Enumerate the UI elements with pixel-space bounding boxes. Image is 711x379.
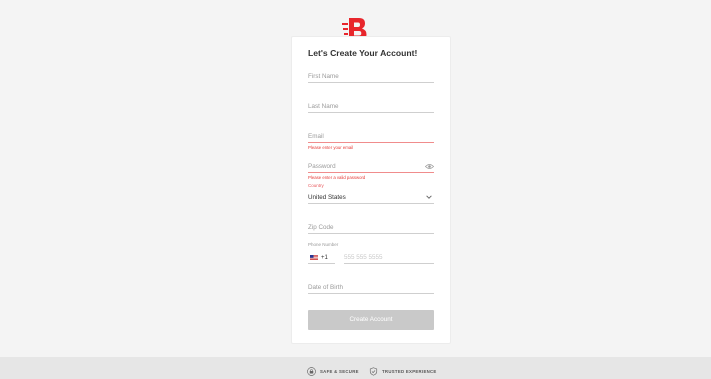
lock-icon bbox=[307, 367, 316, 376]
phone-label: Phone Number bbox=[308, 242, 339, 247]
safe-secure-label: SAFE & SECURE bbox=[320, 369, 359, 374]
country-label: Country bbox=[308, 183, 324, 188]
password-input[interactable]: Password bbox=[308, 159, 434, 173]
first-name-placeholder: First Name bbox=[308, 73, 339, 80]
signup-card: Let's Create Your Account! First Name La… bbox=[291, 36, 451, 344]
password-placeholder: Password bbox=[308, 163, 336, 170]
phone-number-placeholder: 555 555 5555 bbox=[344, 254, 383, 261]
country-select[interactable]: United States bbox=[308, 190, 434, 204]
last-name-input[interactable]: Last Name bbox=[308, 99, 434, 113]
trusted-experience-label: TRUSTED EXPERIENCE bbox=[382, 369, 437, 374]
country-value: United States bbox=[308, 194, 346, 201]
safe-secure-badge: SAFE & SECURE bbox=[307, 367, 359, 376]
chevron-down-icon bbox=[426, 195, 432, 199]
show-password-icon[interactable] bbox=[425, 163, 434, 170]
phone-country-code: +1 bbox=[321, 255, 328, 261]
phone-number-input[interactable]: 555 555 5555 bbox=[344, 250, 434, 264]
us-flag-icon bbox=[310, 255, 318, 260]
last-name-placeholder: Last Name bbox=[308, 103, 339, 110]
country-code-select[interactable]: +1 bbox=[308, 250, 335, 264]
date-of-birth-placeholder: Date of Birth bbox=[308, 284, 343, 291]
zip-code-placeholder: Zip Code bbox=[308, 224, 334, 231]
first-name-input[interactable]: First Name bbox=[308, 69, 434, 83]
email-placeholder: Email bbox=[308, 133, 324, 140]
form-title: Let's Create Your Account! bbox=[308, 48, 418, 58]
shield-check-icon bbox=[369, 367, 378, 376]
trusted-experience-badge: TRUSTED EXPERIENCE bbox=[369, 367, 437, 376]
zip-code-input[interactable]: Zip Code bbox=[308, 220, 434, 234]
password-error: Please enter a valid password bbox=[308, 175, 366, 180]
create-account-button[interactable]: Create Account bbox=[308, 310, 434, 330]
date-of-birth-input[interactable]: Date of Birth bbox=[308, 280, 434, 294]
email-input[interactable]: Email bbox=[308, 129, 434, 143]
email-error: Please enter your email bbox=[308, 145, 354, 150]
